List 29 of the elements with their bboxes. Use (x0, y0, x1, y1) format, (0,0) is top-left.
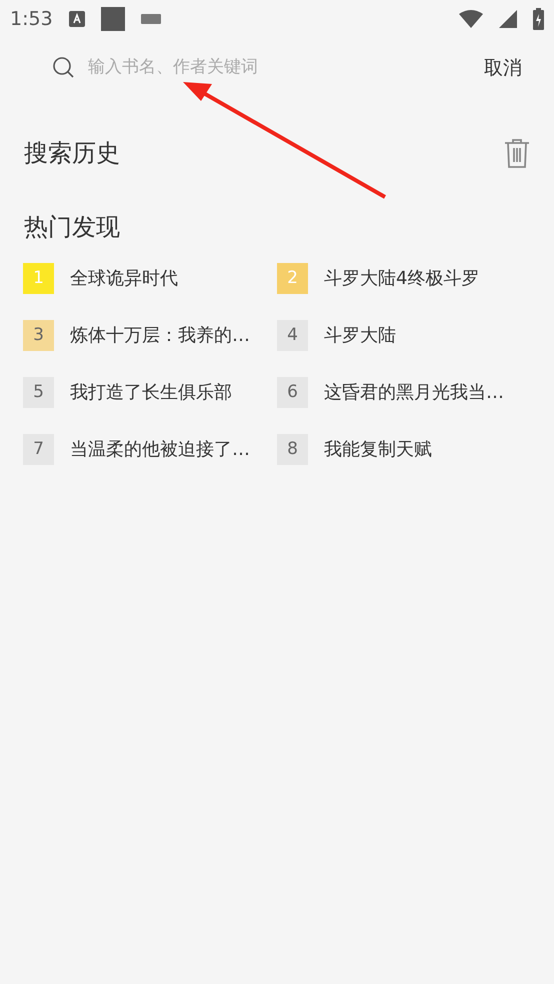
status-time: 1:53 (10, 6, 53, 32)
book-title[interactable]: 斗罗大陆4终极斗罗 (324, 265, 480, 292)
section-title: 搜索历史 (24, 138, 120, 169)
rank-badge: 2 (277, 263, 308, 294)
rank-badge: 1 (23, 263, 54, 294)
rank-badge: 4 (277, 320, 308, 351)
search-icon (52, 56, 76, 80)
book-title[interactable]: 炼体十万层：我养的… (70, 322, 250, 349)
rank-badge: 7 (23, 434, 54, 465)
rank-badge: 8 (277, 434, 308, 465)
section-title: 热门发现 (24, 212, 120, 243)
book-title[interactable]: 当温柔的他被迫接了… (70, 436, 250, 463)
signal-icon (499, 10, 517, 28)
trash-icon[interactable] (504, 138, 530, 168)
search-field[interactable]: 输入书名、作者关键词 (88, 55, 388, 81)
rank-badge: 3 (23, 320, 54, 351)
battery-icon (533, 8, 544, 30)
rank-badge: 6 (277, 377, 308, 408)
keyboard-icon (140, 14, 161, 24)
book-title[interactable]: 我打造了长生俱乐部 (70, 379, 232, 406)
keyboard-a-icon (68, 11, 85, 27)
book-title[interactable]: 我能复制天赋 (324, 436, 432, 463)
book-title[interactable]: 斗罗大陆 (324, 322, 396, 349)
book-title[interactable]: 这昏君的黑月光我当… (324, 379, 504, 406)
wifi-icon (459, 10, 483, 28)
book-title[interactable]: 全球诡异时代 (70, 265, 178, 292)
cancel-button[interactable]: 取消 (484, 54, 522, 82)
rank-badge: 5 (23, 377, 54, 408)
square-icon (100, 7, 125, 31)
